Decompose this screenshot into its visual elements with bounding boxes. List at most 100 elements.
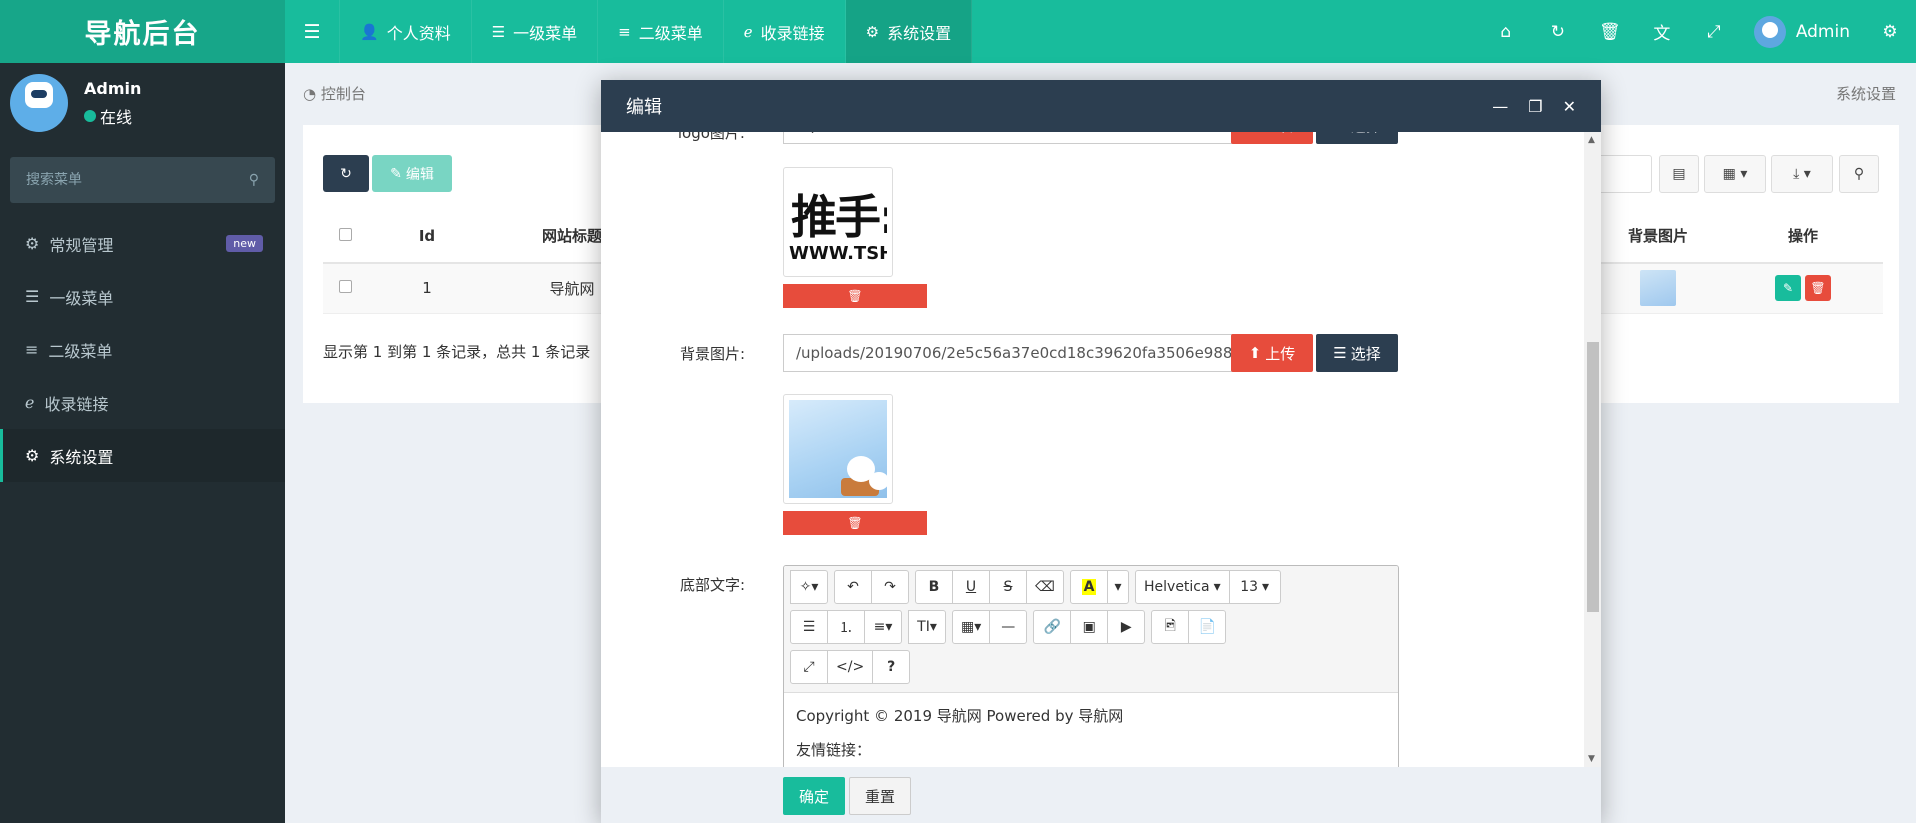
topnav-item-profile[interactable]: 👤 个人资料 [340, 0, 472, 63]
redo-icon[interactable]: ↷ [871, 570, 909, 604]
image-icon[interactable]: ▣ [1070, 610, 1109, 644]
row-edit-button[interactable]: ✎ [1775, 275, 1801, 302]
editor-toolbar: ✧▾ ↶ ↷ B U S ⌫ A ▾ Helvetica ▾ 13 ▾ ☰ ⒈ ≡▾ TI▾ ▦▾ —… [784, 566, 1398, 693]
select-all-cell [323, 209, 367, 264]
toggle-view-button[interactable]: ▤ [1659, 155, 1699, 193]
scroll-up-icon[interactable]: ▲ [1588, 135, 1595, 145]
col-id[interactable]: Id [367, 209, 487, 264]
home-icon[interactable]: ⌂ [1480, 0, 1532, 63]
logo-image-url: WWW.TSH [789, 243, 887, 264]
help-icon[interactable]: ? [872, 650, 911, 684]
bg-thumbnail[interactable] [1640, 270, 1676, 307]
logo-select-button[interactable]: ☰ 选择 [1316, 132, 1398, 144]
video-icon[interactable]: ▶ [1107, 610, 1146, 644]
insert-image-file-icon[interactable]: 🖻 [1151, 610, 1190, 644]
maximize-icon[interactable]: ❐ [1528, 97, 1542, 116]
sidebar-item-links[interactable]: ℯ 收录链接 [0, 376, 285, 429]
color-dropdown-icon[interactable]: ▾ [1107, 570, 1129, 604]
eraser-icon[interactable]: ⌫ [1026, 570, 1064, 604]
user-panel: Admin 在线 [0, 63, 285, 143]
online-dot-icon [84, 109, 96, 122]
scrollbar-thumb[interactable] [1587, 342, 1599, 612]
logo-delete-button[interactable]: 🗑 [783, 284, 927, 308]
close-icon[interactable]: ✕ [1563, 97, 1576, 116]
sidebar-item-level1-menu[interactable]: ☰ 一级菜单 [0, 270, 285, 323]
col-bg[interactable]: 背景图片 [1593, 209, 1723, 264]
minimize-icon[interactable]: — [1492, 97, 1508, 116]
insert-file-icon[interactable]: 📄 [1188, 610, 1227, 644]
logo-upload-button[interactable]: ⬆上传 [1231, 132, 1313, 144]
bg-select-button[interactable]: ☰ 选择 [1316, 334, 1398, 372]
dialog-header[interactable]: 编辑 — ❐ ✕ [601, 80, 1601, 132]
search-button[interactable]: ⚲ [1839, 155, 1879, 193]
ordered-list-icon[interactable]: ⒈ [827, 610, 865, 644]
new-badge: new [226, 235, 263, 252]
code-view-icon[interactable]: </> [827, 650, 874, 684]
magic-wand-icon[interactable]: ✧▾ [790, 570, 828, 604]
breadcrumb[interactable]: ◔ 控制台 [303, 83, 366, 104]
unordered-list-icon[interactable]: ☰ [790, 610, 828, 644]
bg-path-input[interactable]: /uploads/20190706/2e5c56a37e0cd18c39620f… [783, 334, 1233, 372]
editor-group-insert: 🔗 ▣ ▶ [1033, 610, 1146, 644]
avatar [1753, 15, 1786, 48]
sidebar-item-settings[interactable]: ⚙ 系统设置 [0, 429, 285, 482]
fullscreen-icon[interactable]: ⤢ [790, 650, 828, 684]
dialog-scrollbar[interactable]: ▲ ▼ [1584, 132, 1601, 767]
font-family-select[interactable]: Helvetica ▾ [1135, 570, 1230, 604]
underline-icon[interactable]: U [952, 570, 990, 604]
line-height-icon[interactable]: TI▾ [908, 610, 946, 644]
sidebar-item-general[interactable]: ⚙ 常规管理 new [0, 217, 285, 270]
text-color-icon[interactable]: A [1070, 570, 1108, 604]
select-all-checkbox[interactable] [338, 227, 352, 241]
topnav-item-settings[interactable]: ⚙ 系统设置 [845, 0, 973, 63]
refresh-button[interactable]: ↻ [323, 155, 369, 192]
topnav-item-links[interactable]: ℯ 收录链接 [724, 0, 846, 63]
sidebar-toggle-icon[interactable]: ☰ [285, 0, 340, 63]
language-icon[interactable]: 文 [1636, 0, 1688, 63]
trash-icon: 🗑 [847, 516, 863, 530]
bg-upload-button[interactable]: ⬆ 上传 [1231, 334, 1313, 372]
user-menu[interactable]: Admin [1740, 0, 1864, 63]
editor-content[interactable]: Copyright © 2019 导航网 Powered by 导航网 友情链接… [784, 693, 1398, 767]
export-button[interactable]: ⤓ ▾ [1771, 155, 1833, 193]
columns-button[interactable]: ▦ ▾ [1704, 155, 1766, 193]
topnav-item-level2-menu[interactable]: ≡ 二级菜单 [598, 0, 724, 63]
user-name: Admin [1795, 21, 1850, 42]
footer-text-label: 底部文字: [679, 576, 745, 594]
bg-preview[interactable] [783, 394, 893, 504]
bg-delete-button[interactable]: 🗑 [783, 511, 927, 535]
bold-icon[interactable]: B [915, 570, 953, 604]
font-size-select[interactable]: 13 ▾ [1228, 570, 1281, 604]
align-icon[interactable]: ≡▾ [864, 610, 902, 644]
edit-button[interactable]: ✎ 编辑 [372, 155, 452, 192]
settings-gear-icon[interactable]: ⚙ [1864, 0, 1916, 63]
sidebar-item-label: 系统设置 [49, 447, 114, 467]
link-icon[interactable]: 🔗 [1033, 610, 1072, 644]
strikethrough-icon[interactable]: S [989, 570, 1027, 604]
logo-path-input[interactable]: /uploads/20190706/0fc41fe8020d0d67b1d0e0… [783, 132, 1233, 144]
cell-bg [1593, 263, 1723, 314]
logo-image: 推手: WWW.TSH [789, 173, 887, 271]
sidebar-item-level2-menu[interactable]: ≡ 二级菜单 [0, 323, 285, 376]
editor-line: 友情链接： [796, 741, 872, 759]
table-icon[interactable]: ▦▾ [952, 610, 991, 644]
topnav-item-level1-menu[interactable]: ☰ 一级菜单 [472, 0, 599, 63]
user-icon: 👤 [360, 22, 379, 41]
search-icon[interactable]: ⚲ [249, 172, 259, 188]
undo-icon[interactable]: ↶ [834, 570, 872, 604]
trash-icon[interactable]: 🗑 [1584, 0, 1636, 63]
align-center-icon: ≡ [618, 22, 631, 41]
refresh-icon[interactable]: ↻ [1532, 0, 1584, 63]
fullscreen-icon[interactable]: ⤢ [1688, 0, 1740, 63]
search-input[interactable] [26, 172, 249, 188]
scroll-down-icon[interactable]: ▼ [1588, 754, 1595, 764]
app-logo[interactable]: 导航后台 [0, 0, 285, 63]
logo-preview[interactable]: 推手: WWW.TSH [783, 167, 893, 277]
row-checkbox[interactable] [338, 280, 352, 294]
reset-button[interactable]: 重置 [849, 777, 911, 815]
confirm-button[interactable]: 确定 [783, 777, 845, 815]
sidebar-item-label: 一级菜单 [49, 288, 114, 308]
bg-image [789, 400, 887, 498]
horizontal-rule-icon[interactable]: — [989, 610, 1028, 644]
row-delete-button[interactable]: 🗑 [1805, 275, 1831, 302]
